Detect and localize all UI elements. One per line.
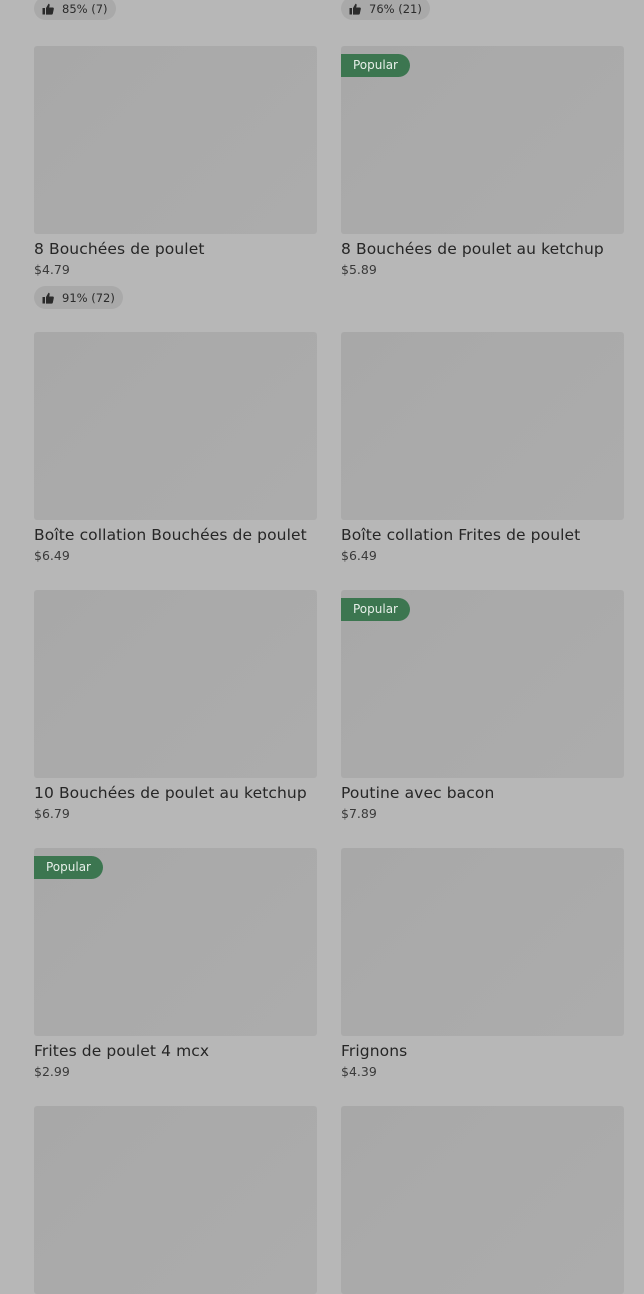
item-image	[34, 332, 317, 520]
item-title: 8 Bouchées de poulet au ketchup	[341, 240, 604, 258]
rating-pill: 85% (7)	[34, 0, 116, 20]
item-price: $4.39	[341, 1064, 377, 1079]
item-price: $4.79	[34, 262, 70, 277]
item-image	[34, 1106, 317, 1294]
popular-badge: Popular	[341, 598, 410, 621]
menu-item-card[interactable]: Boîte collation Frites de poulet $6.49	[341, 332, 624, 564]
item-title: Boîte collation Frites de poulet	[341, 526, 581, 544]
menu-item-card[interactable]: Frignons $4.39	[341, 848, 624, 1080]
item-image	[34, 590, 317, 778]
item-title: Frites de poulet 4 mcx	[34, 1042, 210, 1060]
item-title: Frignons	[341, 1042, 408, 1060]
item-price: $6.79	[34, 806, 70, 821]
item-price: $6.49	[341, 548, 377, 563]
popular-badge: Popular	[34, 856, 103, 879]
item-image: Popular	[341, 46, 624, 234]
item-title: Poutine avec bacon	[341, 784, 495, 802]
menu-item-card[interactable]	[34, 1106, 317, 1294]
thumbs-up-icon	[349, 3, 361, 15]
rating-text: 85% (7)	[62, 1, 108, 16]
menu-item-card[interactable]: Popular 8 Bouchées de poulet au ketchup …	[341, 46, 624, 278]
item-price: $7.89	[341, 806, 377, 821]
item-title: 8 Bouchées de poulet	[34, 240, 205, 258]
item-title: Boîte collation Bouchées de poulet	[34, 526, 307, 544]
item-image	[341, 1106, 624, 1294]
rating-pill: 91% (72)	[34, 286, 123, 309]
item-image	[34, 46, 317, 234]
menu-item-card[interactable]: Popular Poutine avec bacon $7.89	[341, 590, 624, 822]
rating-text: 76% (21)	[369, 1, 422, 16]
menu-item-card[interactable]: Popular Frites de poulet 4 mcx $2.99	[34, 848, 317, 1080]
thumbs-up-icon	[42, 3, 54, 15]
rating-pill: 76% (21)	[341, 0, 430, 20]
item-image	[341, 332, 624, 520]
menu-item-card[interactable]: 8 Bouchées de poulet $4.79 91% (72)	[34, 46, 317, 309]
item-price: $2.99	[34, 1064, 70, 1079]
menu-item-card[interactable]: 10 Bouchées de poulet au ketchup $6.79	[34, 590, 317, 822]
rating-text: 91% (72)	[62, 290, 115, 305]
item-price: $5.89	[341, 262, 377, 277]
item-image: Popular	[34, 848, 317, 1036]
item-image	[341, 848, 624, 1036]
popular-badge: Popular	[341, 54, 410, 77]
item-price: $6.49	[34, 548, 70, 563]
menu-item-card[interactable]	[341, 1106, 624, 1294]
item-title: 10 Bouchées de poulet au ketchup	[34, 784, 307, 802]
thumbs-up-icon	[42, 292, 54, 304]
item-image: Popular	[341, 590, 624, 778]
menu-item-card[interactable]: Boîte collation Bouchées de poulet $6.49	[34, 332, 317, 564]
